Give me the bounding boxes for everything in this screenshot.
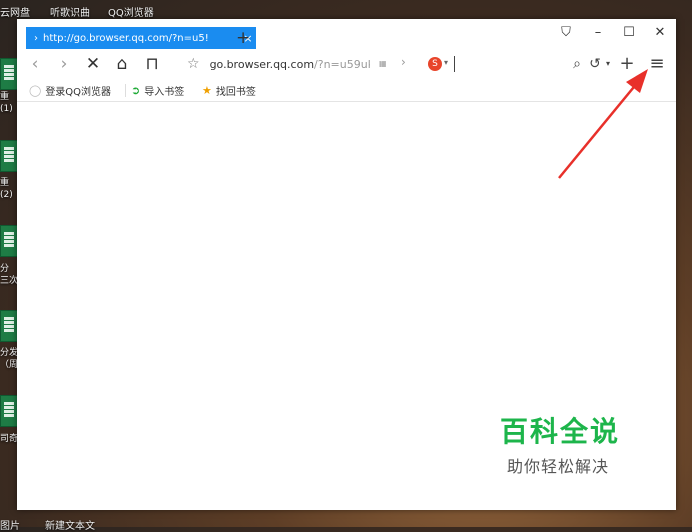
watermark-title: 百科全说 xyxy=(500,415,621,448)
watermark-subtitle: 助你轻松解决 xyxy=(507,457,610,476)
